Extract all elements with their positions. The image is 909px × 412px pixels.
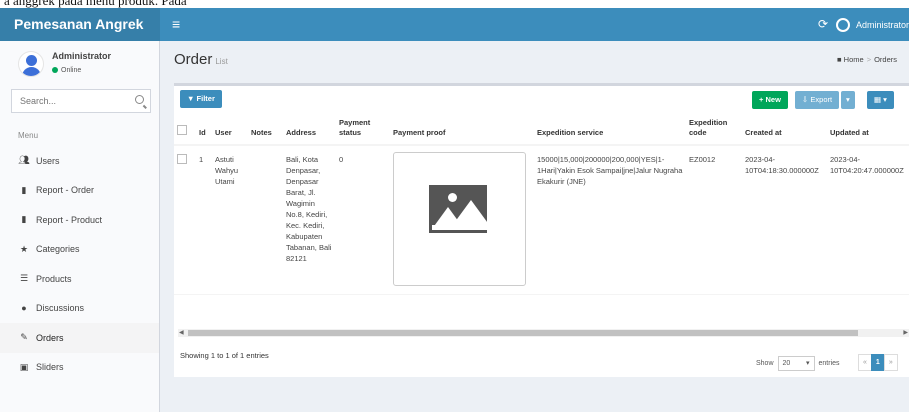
column-header-payment-status[interactable]: Payment status <box>336 114 390 146</box>
cell-id: 1 <box>196 145 212 295</box>
breadcrumb-home[interactable]: Home <box>844 55 864 64</box>
main-content: Order List ■ Home > Orders ▼ Filter + New ⇩… <box>160 41 909 412</box>
export-dropdown-toggle[interactable]: ▾ <box>841 91 855 109</box>
column-header-notes[interactable]: Notes <box>248 114 283 146</box>
filter-icon: ▼ <box>187 94 195 103</box>
star-icon: ★ <box>19 243 29 254</box>
chevron-down-icon: ▾ <box>806 360 810 367</box>
cell-expedition-service: 15000|15,000|200000|200,000|YES|1-1Hari|… <box>534 145 686 295</box>
user-panel-name: Administrator <box>52 51 112 61</box>
row-checkbox-cell <box>174 145 196 295</box>
select-all-checkbox-cell <box>174 114 196 146</box>
file-icon: ▮ <box>21 214 27 225</box>
horizontal-scrollbar[interactable]: ◀ ▶ <box>178 329 909 337</box>
user-circle-icon <box>836 17 850 32</box>
table-row: 1 Astuti Wahyu Utami Bali, Kota Denpasar… <box>174 145 909 295</box>
sidebar-item-categories[interactable]: ★ Categories <box>0 235 159 265</box>
pagination-next[interactable]: » <box>883 354 898 371</box>
cell-address: Bali, Kota Denpasar, Denpasar Barat, Jl.… <box>283 145 336 295</box>
image-placeholder-icon <box>429 185 487 233</box>
sidebar-item-report-product[interactable]: ▮ Report - Product <box>0 205 159 235</box>
filter-button[interactable]: ▼ Filter <box>180 90 222 108</box>
menu-header: Menu <box>18 131 39 140</box>
show-label: Show <box>756 360 774 367</box>
scroll-left-icon[interactable]: ◀ <box>179 330 184 336</box>
search-input[interactable] <box>12 90 122 112</box>
columns-icon: ▦ ▾ <box>874 95 887 104</box>
page-length-select[interactable]: 20 ▾ <box>777 356 815 371</box>
user-status: Online <box>52 67 81 74</box>
plus-icon: + <box>759 95 764 104</box>
pagination: « 1 » <box>858 354 898 371</box>
sidebar-search <box>11 89 151 113</box>
cell-created-at: 2023-04-10T04:18:30.000000Z <box>742 145 827 295</box>
app-brand[interactable]: Pemesanan Angrek <box>0 8 160 41</box>
cell-notes <box>248 145 283 295</box>
avatar <box>18 51 44 77</box>
online-dot-icon <box>52 67 58 73</box>
list-icon: ☰ <box>19 273 29 284</box>
user-menu-label: Administrator <box>856 19 909 30</box>
export-button[interactable]: ⇩ Export <box>795 91 840 109</box>
sidebar-item-sliders[interactable]: ▣ Sliders <box>0 353 159 383</box>
sidebar-item-users[interactable]: 👥︎ Users <box>0 146 159 176</box>
breadcrumb: ■ Home > Orders <box>837 55 897 64</box>
orders-box: ▼ Filter + New ⇩ Export ▾ ▦ ▾ Id User No… <box>174 83 909 377</box>
scrollbar-thumb[interactable] <box>188 330 858 336</box>
sidebar-menu: 👥︎ Users ▮ Report - Order ▮ Report - Pro… <box>0 146 159 382</box>
select-all-checkbox[interactable] <box>177 125 187 135</box>
table-header-row: Id User Notes Address Payment status Pay… <box>174 114 909 146</box>
row-checkbox[interactable] <box>177 154 187 164</box>
image-icon: ▣ <box>19 361 29 372</box>
download-icon: ⇩ <box>802 95 809 104</box>
column-header-id[interactable]: Id <box>196 114 212 146</box>
column-header-updated-at[interactable]: Updated at <box>827 114 909 146</box>
page-subtitle: List <box>215 57 228 66</box>
column-header-user[interactable]: User <box>212 114 248 146</box>
pencil-icon: ✎ <box>20 332 28 343</box>
new-button[interactable]: + New <box>752 91 788 109</box>
users-icon: 👥︎ <box>18 155 30 166</box>
sidebar-toggle-icon[interactable]: ≡ <box>172 8 180 41</box>
payment-proof-image[interactable] <box>393 152 526 286</box>
user-menu[interactable]: Administrator <box>836 8 909 41</box>
document-caption-fragment: a anggrek pada menu produk. Pada <box>0 0 909 8</box>
cell-expedition-code: EZ0012 <box>686 145 742 295</box>
sidebar-item-report-order[interactable]: ▮ Report - Order <box>0 176 159 206</box>
page-length-control: Show 20 ▾ entries <box>756 356 840 371</box>
entries-label: entries <box>818 360 840 367</box>
columns-button[interactable]: ▦ ▾ <box>867 91 894 109</box>
cell-updated-at: 2023-04-10T04:20:47.000000Z <box>827 145 909 295</box>
column-header-address[interactable]: Address <box>283 114 336 146</box>
home-icon: ■ <box>837 55 842 64</box>
column-header-expedition-code[interactable]: Expedition code <box>686 114 742 146</box>
refresh-icon[interactable]: ⟳ <box>818 8 828 41</box>
user-panel: Administrator Online <box>12 49 152 89</box>
pagination-page-1[interactable]: 1 <box>870 354 885 371</box>
search-icon[interactable] <box>135 95 144 104</box>
cell-user: Astuti Wahyu Utami <box>212 145 248 295</box>
page-title: Order List <box>174 51 228 68</box>
sidebar-item-discussions[interactable]: ● Discussions <box>0 294 159 324</box>
sidebar-item-products[interactable]: ☰ Products <box>0 264 159 294</box>
column-header-payment-proof[interactable]: Payment proof <box>390 114 534 146</box>
file-icon: ▮ <box>21 184 27 195</box>
cell-payment-proof <box>390 145 534 295</box>
sidebar: Administrator Online Menu 👥︎ Users ▮ Rep… <box>0 41 160 412</box>
cell-payment-status: 0 <box>336 145 390 295</box>
column-header-created-at[interactable]: Created at <box>742 114 827 146</box>
orders-table: Id User Notes Address Payment status Pay… <box>174 114 909 295</box>
table-info: Showing 1 to 1 of 1 entries <box>180 351 269 360</box>
pagination-prev[interactable]: « <box>858 354 872 371</box>
breadcrumb-orders: Orders <box>874 55 897 64</box>
caret-down-icon: ▾ <box>846 95 850 104</box>
scroll-right-icon[interactable]: ▶ <box>903 330 908 336</box>
top-navbar: Pemesanan Angrek ≡ ⟳ Administrator <box>0 8 909 41</box>
sidebar-item-orders[interactable]: ✎ Orders <box>0 323 159 353</box>
orders-table-wrapper: Id User Notes Address Payment status Pay… <box>174 114 909 322</box>
comments-icon: ● <box>21 303 27 314</box>
column-header-expedition-service[interactable]: Expedition service <box>534 114 686 146</box>
